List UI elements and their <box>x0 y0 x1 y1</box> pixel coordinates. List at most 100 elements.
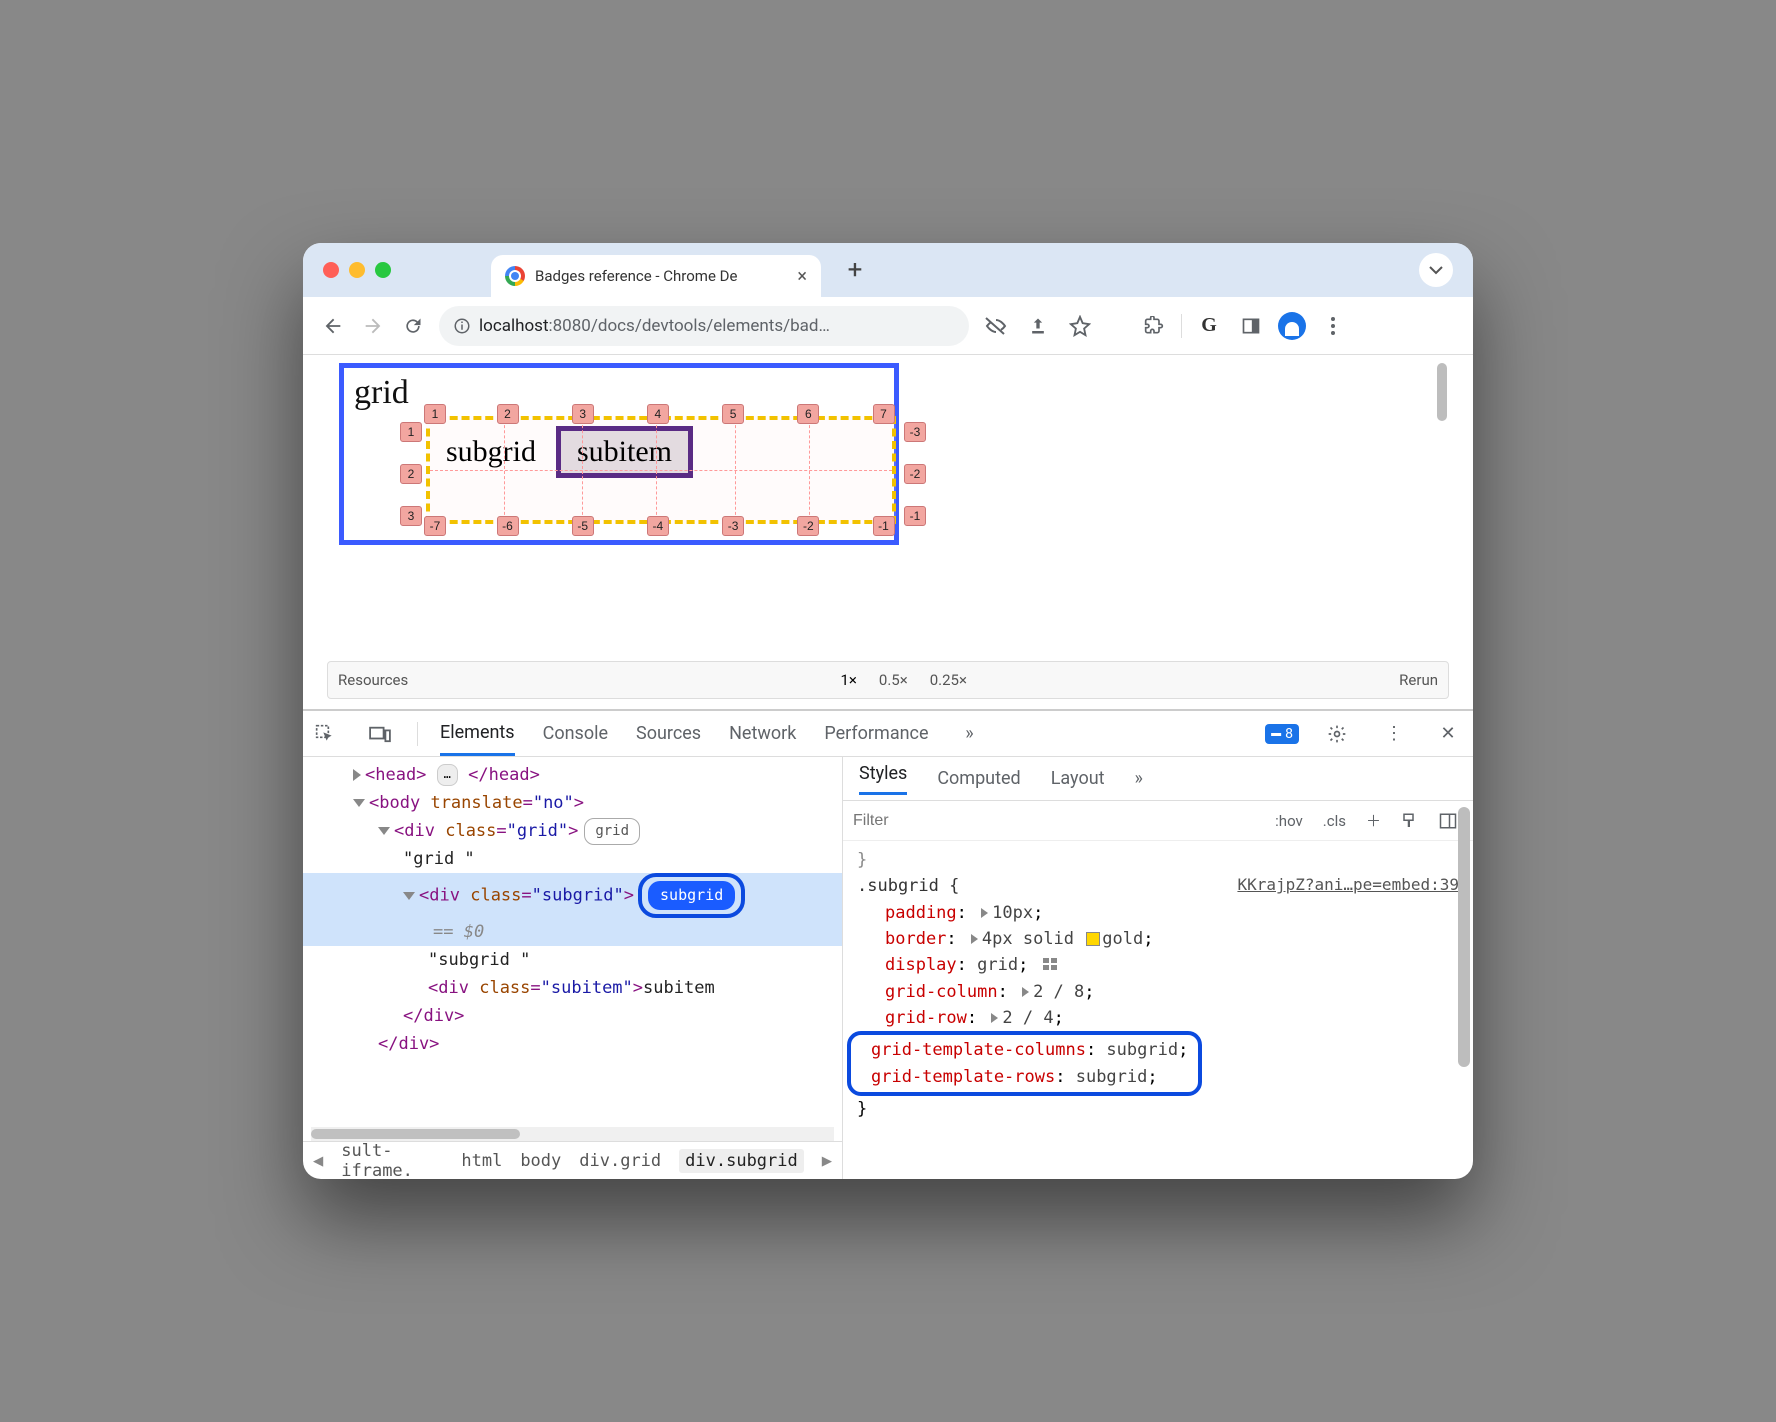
subgrid-badge[interactable]: subgrid <box>648 881 735 910</box>
close-window-button[interactable] <box>323 262 339 278</box>
breadcrumb-next-icon[interactable]: ▶ <box>822 1151 832 1171</box>
star-icon[interactable] <box>1065 311 1095 341</box>
device-toggle-icon[interactable] <box>369 725 395 743</box>
grid-line-number: -6 <box>497 516 519 536</box>
content-area: grid subgrid subitem <box>303 355 1473 1179</box>
google-icon[interactable]: G <box>1194 311 1224 341</box>
browser-window: Badges reference - Chrome De × + localho… <box>303 243 1473 1179</box>
breadcrumb-item[interactable]: div.grid <box>579 1151 661 1171</box>
close-tab-icon[interactable]: × <box>797 266 807 287</box>
selected-dom-node[interactable]: <div class="subgrid">subgrid <box>303 873 842 918</box>
window-controls <box>323 262 391 278</box>
address-bar[interactable]: localhost:8080/docs/devtools/elements/ba… <box>439 306 969 346</box>
devtools-kebab-icon[interactable]: ⋮ <box>1381 723 1407 744</box>
reload-button[interactable] <box>399 312 427 340</box>
forward-button[interactable] <box>359 312 387 340</box>
issues-badge[interactable]: 8 <box>1265 724 1299 744</box>
settings-gear-icon[interactable] <box>1327 724 1353 744</box>
grid-line-number: 4 <box>647 404 669 424</box>
grid-editor-icon[interactable] <box>1043 958 1059 972</box>
search-tabs-button[interactable] <box>1419 253 1453 287</box>
subgrid-overlay: subgrid subitem <box>426 416 896 524</box>
grid-line-number: -2 <box>797 516 819 536</box>
hov-button[interactable]: :hov <box>1269 810 1309 832</box>
kebab-menu-icon[interactable] <box>1318 311 1348 341</box>
grid-line-number: 1 <box>400 422 422 442</box>
elements-h-scrollbar[interactable] <box>311 1127 834 1141</box>
breadcrumb-item[interactable]: html <box>461 1151 502 1171</box>
page-scrollbar[interactable] <box>1437 363 1447 421</box>
zoom-1x[interactable]: 1× <box>836 671 860 689</box>
breadcrumb-item[interactable]: sult-iframe. <box>341 1141 443 1180</box>
grid-line-number: -5 <box>572 516 594 536</box>
tab-elements[interactable]: Elements <box>440 712 515 756</box>
demo-controls-bar: Resources 1× 0.5× 0.25× Rerun <box>327 661 1449 699</box>
grid-line-number: 6 <box>797 404 819 424</box>
grid-line-number: -1 <box>873 516 895 536</box>
source-link[interactable]: KKrajpZ?ani…pe=embed:39 <box>1237 873 1459 898</box>
tab-performance[interactable]: Performance <box>824 713 928 754</box>
styles-tabs: Styles Computed Layout » <box>843 757 1473 801</box>
cls-button[interactable]: .cls <box>1317 810 1352 832</box>
resources-button[interactable]: Resources <box>338 671 408 689</box>
dom-tree[interactable]: <head> … </head> <body translate="no"> <… <box>303 757 842 1125</box>
elements-pane: <head> … </head> <body translate="no"> <… <box>303 757 843 1179</box>
more-tabs-icon[interactable]: » <box>957 723 983 744</box>
breadcrumb-item-selected[interactable]: div.subgrid <box>679 1149 804 1173</box>
styles-toolbar: :hov .cls ＋ <box>843 801 1473 841</box>
grid-line-number: 5 <box>722 404 744 424</box>
share-icon[interactable] <box>1023 311 1053 341</box>
grid-line-number: -4 <box>647 516 669 536</box>
browser-toolbar: localhost:8080/docs/devtools/elements/ba… <box>303 297 1473 355</box>
browser-tab[interactable]: Badges reference - Chrome De × <box>491 255 821 297</box>
tab-network[interactable]: Network <box>729 713 796 754</box>
highlighted-properties: grid-template-columns: subgrid; grid-tem… <box>847 1031 1202 1096</box>
dom-breadcrumbs: ◀ sult-iframe. html body div.grid div.su… <box>303 1141 842 1179</box>
styles-pane: Styles Computed Layout » :hov .cls ＋ <box>843 757 1473 1179</box>
grid-line-number: 2 <box>497 404 519 424</box>
grid-line-number: -3 <box>904 422 926 442</box>
styles-scrollbar[interactable] <box>1458 807 1470 1067</box>
tab-layout[interactable]: Layout <box>1051 768 1105 789</box>
breadcrumb-item[interactable]: body <box>520 1151 561 1171</box>
tab-computed[interactable]: Computed <box>937 768 1020 789</box>
grid-line-number: -3 <box>722 516 744 536</box>
tab-sources[interactable]: Sources <box>636 713 701 754</box>
info-icon <box>453 317 471 335</box>
breadcrumb-prev-icon[interactable]: ◀ <box>313 1151 323 1171</box>
chrome-favicon-icon <box>505 266 525 286</box>
profile-avatar[interactable] <box>1278 312 1306 340</box>
grid-line-number: -1 <box>904 506 926 526</box>
url-text: localhost:8080/docs/devtools/elements/ba… <box>479 316 955 336</box>
grid-badge[interactable]: grid <box>584 818 640 845</box>
extensions-icon[interactable] <box>1139 311 1169 341</box>
styles-rules[interactable]: } .subgrid {KKrajpZ?ani…pe=embed:39 padd… <box>843 841 1473 1179</box>
subgrid-badge-highlight: subgrid <box>638 873 745 918</box>
tab-console[interactable]: Console <box>543 713 608 754</box>
grid-overlay: grid subgrid subitem <box>339 363 899 545</box>
grid-line-number: 2 <box>400 464 422 484</box>
maximize-window-button[interactable] <box>375 262 391 278</box>
zoom-05x[interactable]: 0.5× <box>875 671 912 689</box>
brush-icon[interactable] <box>1395 810 1425 832</box>
zoom-025x[interactable]: 0.25× <box>926 671 971 689</box>
devtools-tabs: Elements Console Sources Network Perform… <box>303 711 1473 757</box>
new-rule-icon[interactable]: ＋ <box>1360 808 1387 833</box>
eye-off-icon[interactable] <box>981 311 1011 341</box>
tab-styles[interactable]: Styles <box>859 763 907 795</box>
grid-line-number: 3 <box>572 404 594 424</box>
more-styles-tabs-icon[interactable]: » <box>1135 768 1143 789</box>
color-swatch[interactable] <box>1086 932 1100 946</box>
minimize-window-button[interactable] <box>349 262 365 278</box>
inspect-icon[interactable] <box>315 724 341 744</box>
styles-filter-input[interactable] <box>853 812 1261 830</box>
grid-line-number: 3 <box>400 506 422 526</box>
panel-icon[interactable] <box>1236 311 1266 341</box>
close-devtools-icon[interactable]: ✕ <box>1435 723 1461 744</box>
back-button[interactable] <box>319 312 347 340</box>
grid-line-number: 7 <box>873 404 895 424</box>
rerun-button[interactable]: Rerun <box>1399 671 1438 689</box>
tab-title: Badges reference - Chrome De <box>535 267 787 285</box>
tab-strip: Badges reference - Chrome De × + <box>303 243 1473 297</box>
new-tab-button[interactable]: + <box>839 254 871 286</box>
